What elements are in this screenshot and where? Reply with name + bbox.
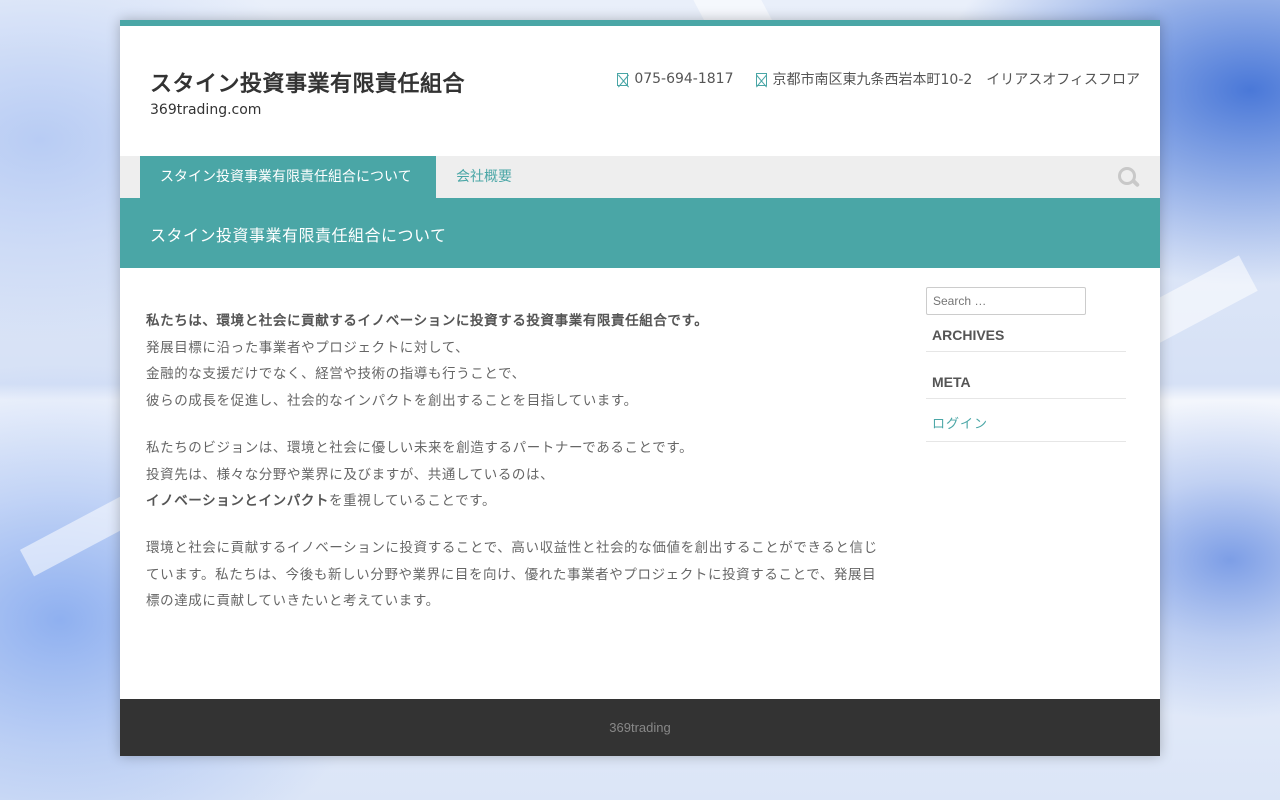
site-title[interactable]: スタイン投資事業有限責任組合 — [150, 66, 465, 98]
paragraph-vision: 私たちのビジョンは、環境と社会に優しい未来を創造するパートナーであることです。 … — [146, 435, 881, 515]
vision-line-1: 私たちのビジョンは、環境と社会に優しい未来を創造するパートナーであることです。 — [146, 439, 694, 456]
page-header: スタイン投資事業有限責任組合について — [120, 198, 1160, 268]
phone-icon — [617, 72, 629, 86]
intro-bold-text: 私たちは、環境と社会に貢献するイノベーションに投資する投資事業有限責任組合です。 — [146, 313, 709, 329]
main-content: 私たちは、環境と社会に貢献するイノベーションに投資する投資事業有限責任組合です。… — [146, 308, 881, 635]
nav-item-company-profile[interactable]: 会社概要 — [436, 156, 532, 198]
search-icon[interactable] — [1118, 167, 1141, 189]
login-link[interactable]: ログイン — [926, 399, 1126, 442]
intro-line-3: 金融的な支援だけでなく、経営や技術の指導も行うことで、 — [146, 366, 526, 383]
paragraph-intro: 私たちは、環境と社会に貢献するイノベーションに投資する投資事業有限責任組合です。… — [146, 308, 881, 415]
site-description: 369trading.com — [150, 102, 262, 118]
main-navigation: スタイン投資事業有限責任組合について 会社概要 — [120, 156, 1160, 198]
vision-bold-text: イノベーションとインパクト — [146, 493, 330, 510]
vision-line-3: を重視していることです。 — [329, 493, 497, 510]
nav-item-about[interactable]: スタイン投資事業有限責任組合について — [140, 156, 436, 198]
page-container: スタイン投資事業有限責任組合 369trading.com 075-694-18… — [120, 20, 1160, 756]
footer-text: 369trading — [609, 720, 671, 735]
search-input[interactable] — [926, 287, 1086, 315]
sidebar: ARCHIVES META ログイン — [926, 287, 1126, 442]
footer: 369trading — [120, 699, 1160, 756]
intro-line-2: 発展目標に沿った事業者やプロジェクトに対して、 — [146, 339, 470, 356]
vision-line-2: 投資先は、様々な分野や業界に及びますが、共通しているのは、 — [146, 466, 555, 483]
meta-widget-title: META — [926, 362, 1126, 399]
contact-info: 075-694-1817 京都市南区東九条西岩本町10-2 イリアスオフィスフロ… — [617, 69, 1140, 89]
phone-number: 075-694-1817 — [634, 71, 734, 87]
intro-line-4: 彼らの成長を促進し、社会的なインパクトを創出することを目指しています。 — [146, 393, 638, 410]
address: 京都市南区東九条西岩本町10-2 イリアスオフィスフロア — [772, 72, 1141, 88]
paragraph-closing: 環境と社会に貢献するイノベーションに投資することで、高い収益性と社会的な価値を創… — [146, 539, 878, 610]
page-title: スタイン投資事業有限責任組合について — [150, 226, 447, 245]
location-icon — [755, 72, 767, 86]
archives-widget-title: ARCHIVES — [926, 315, 1126, 352]
